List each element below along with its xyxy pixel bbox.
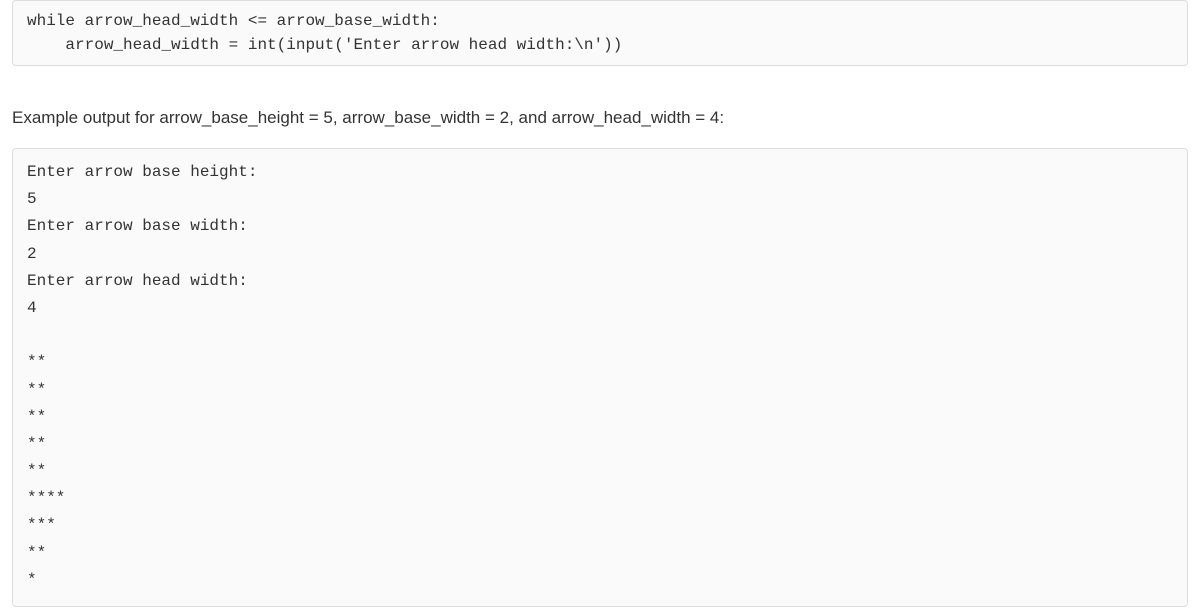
example-description: Example output for arrow_base_height = 5… [12,108,1188,128]
output-block: Enter arrow base height: 5 Enter arrow b… [12,148,1188,607]
code-block: while arrow_head_width <= arrow_base_wid… [12,0,1188,66]
